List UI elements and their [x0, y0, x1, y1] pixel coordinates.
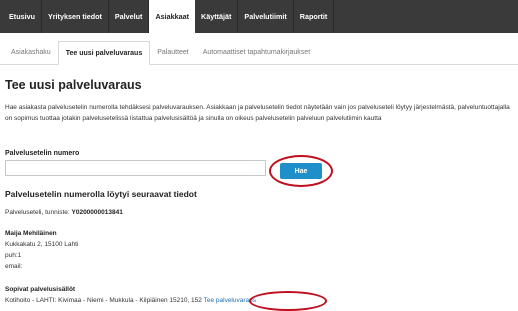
nav-item-palvelut[interactable]: Palvelut — [109, 0, 150, 33]
sub-navigation: Asiakashaku Tee uusi palveluvaraus Palau… — [0, 41, 518, 65]
tab-automaattiset-tapahtumakirjaukset[interactable]: Automaattiset tapahtumakirjaukset — [196, 40, 317, 64]
voucher-prefix: Palveluseteli, tunniste: — [5, 209, 70, 216]
voucher-info: Palveluseteli, tunniste: Y0200000013841 — [5, 209, 123, 216]
tab-palautteet[interactable]: Palautteet — [150, 40, 196, 64]
reservation-link-highlight-circle — [249, 291, 327, 311]
customer-address: Kukkakatu 2, 15100 Lahti — [5, 241, 79, 248]
voucher-number-input[interactable] — [5, 160, 266, 176]
nav-item-etusivu[interactable]: Etusivu — [3, 0, 42, 33]
nav-item-palvelutiimit[interactable]: Palvelutiimit — [238, 0, 294, 33]
search-button[interactable]: Hae — [280, 163, 322, 179]
customer-name: Maija Mehiläinen — [5, 230, 57, 237]
customer-phone: puh:1 — [5, 252, 22, 259]
voucher-number-label: Palvelusetelin numero — [5, 150, 80, 157]
service-contents-heading: Sopivat palvelusisällöt — [5, 286, 76, 293]
nav-item-raportit[interactable]: Raportit — [294, 0, 335, 33]
nav-item-asiakkaat[interactable]: Asiakkaat — [149, 0, 196, 33]
results-heading: Palvelusetelin numerolla löytyi seuraava… — [5, 189, 197, 199]
tab-asiakashaku[interactable]: Asiakashaku — [4, 40, 58, 64]
tab-tee-uusi-palveluvaraus[interactable]: Tee uusi palveluvaraus — [57, 41, 151, 65]
top-navigation: Etusivu Yrityksen tiedot Palvelut Asiakk… — [0, 0, 518, 33]
page-title: Tee uusi palveluvaraus — [5, 78, 142, 92]
service-contents-text: Kotihoito - LAHTI: Kivimaa - Niemi - Muk… — [5, 297, 202, 304]
nav-item-kayttajat[interactable]: Käyttäjät — [195, 0, 239, 33]
customer-email: email: — [5, 263, 23, 270]
voucher-id: Y0200000013841 — [71, 209, 123, 216]
make-reservation-link[interactable]: Tee palveluvaraus — [204, 297, 256, 304]
nav-item-yrityksen-tiedot[interactable]: Yrityksen tiedot — [42, 0, 109, 33]
page-intro: Hae asiakasta palvelusetelin numerolla t… — [5, 104, 510, 122]
service-contents-row: Kotihoito - LAHTI: Kivimaa - Niemi - Muk… — [5, 297, 256, 304]
